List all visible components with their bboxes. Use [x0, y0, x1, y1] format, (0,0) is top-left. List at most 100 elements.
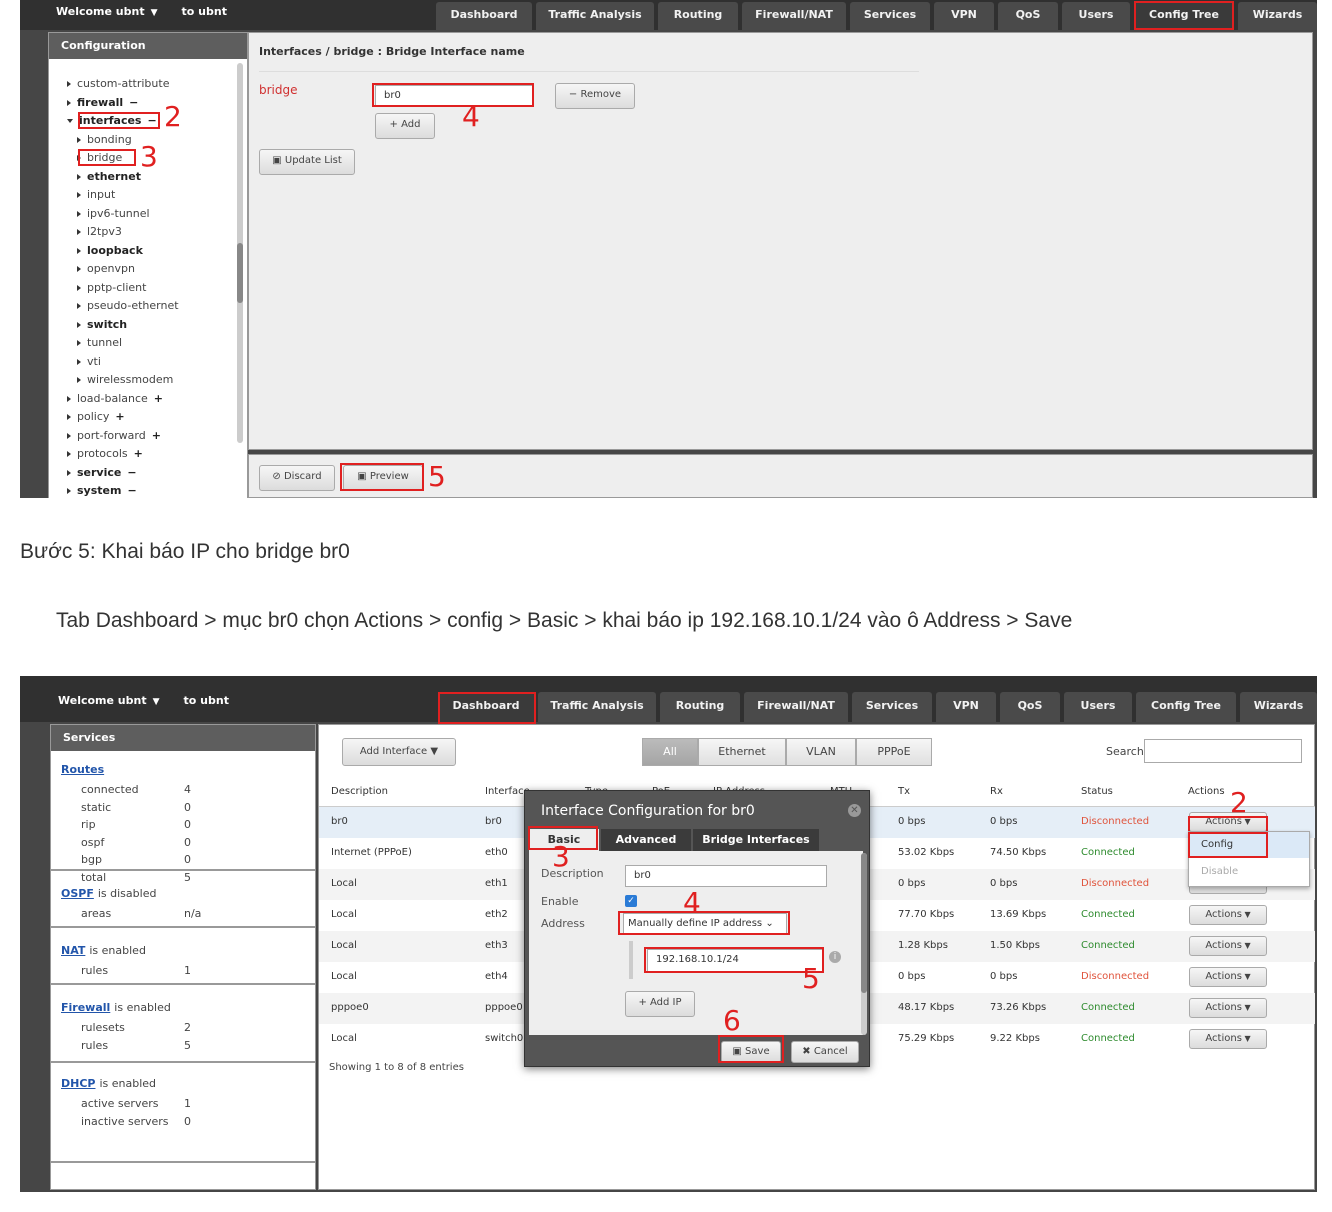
actions-button[interactable]: Actions ▼: [1189, 967, 1267, 987]
tree-item-pseudo-ethernet[interactable]: pseudo-ethernet: [77, 299, 179, 312]
cell-status: Connected: [1081, 940, 1135, 951]
tab-vpn[interactable]: VPN: [936, 692, 996, 722]
tab-dashboard[interactable]: Dashboard: [436, 2, 532, 30]
tab-users[interactable]: Users: [1062, 2, 1130, 30]
tree-item-pptp-client[interactable]: pptp-client: [77, 281, 146, 294]
actions-button[interactable]: Actions ▼: [1189, 998, 1267, 1018]
tree-item-custom-attribute[interactable]: custom-attribute: [67, 77, 169, 90]
services-panel: Services Routes connected 4 static 0 rip 0 ospf…: [50, 724, 316, 1190]
tree-item-ipv6-tunnel[interactable]: ipv6-tunnel: [77, 207, 150, 220]
tab-traffic-analysis[interactable]: Traffic Analysis: [536, 2, 654, 30]
cell-iface: switch0: [485, 1033, 524, 1044]
save-icon: ▣: [272, 155, 285, 166]
nat-row-label: rules: [81, 964, 109, 977]
nat-link[interactable]: NAT: [61, 944, 85, 957]
tree-item-service[interactable]: service −: [67, 466, 137, 479]
tab-routing[interactable]: Routing: [658, 2, 738, 30]
caret-right-icon: [67, 432, 71, 439]
tree-item-system[interactable]: system −: [67, 484, 137, 497]
description-input[interactable]: br0: [625, 865, 827, 887]
tree-item-port-forward[interactable]: port-forward +: [67, 429, 161, 442]
enable-checkbox[interactable]: ✓: [625, 895, 637, 907]
filter-vlan[interactable]: VLAN: [786, 738, 856, 766]
tab-firewall-nat[interactable]: Firewall/NAT: [744, 692, 848, 722]
cell-iface: eth1: [485, 878, 508, 889]
welcome-menu[interactable]: Welcome ubnt ▼ to ubnt: [58, 694, 229, 707]
cell-status: Connected: [1081, 1002, 1135, 1013]
routes-link[interactable]: Routes: [61, 763, 104, 776]
tab-qos[interactable]: QoS: [998, 2, 1058, 30]
tree-item-firewall[interactable]: firewall −: [67, 96, 138, 109]
cell-rx: 74.50 Kbps: [990, 847, 1047, 858]
column-actions[interactable]: Actions: [1188, 786, 1225, 797]
actions-button[interactable]: Actions ▼: [1189, 936, 1267, 956]
column-status[interactable]: Status: [1081, 786, 1113, 797]
tab-wizards[interactable]: Wizards: [1240, 692, 1317, 722]
caret-down-icon: ▼: [152, 697, 160, 707]
discard-button[interactable]: ⊘ Discard: [259, 465, 335, 491]
tab-vpn[interactable]: VPN: [934, 2, 994, 30]
close-icon[interactable]: ✕: [848, 804, 861, 817]
actions-button[interactable]: Actions ▼: [1189, 1029, 1267, 1049]
tree-item-bonding[interactable]: bonding: [77, 133, 132, 146]
column-rx[interactable]: Rx: [990, 786, 1003, 797]
column-tx[interactable]: Tx: [898, 786, 910, 797]
highlight-preview: [340, 463, 424, 491]
tree-item-wirelessmodem[interactable]: wirelessmodem: [77, 373, 173, 386]
cell-desc: Local: [331, 878, 357, 889]
description-label: Description: [541, 867, 604, 880]
step-number-5: 5: [428, 460, 446, 493]
tree-scrollbar[interactable]: [237, 63, 243, 443]
tree-item-l2tpv3[interactable]: l2tpv3: [77, 225, 122, 238]
update-list-button[interactable]: ▣ Update List: [259, 149, 355, 175]
tab-users[interactable]: Users: [1064, 692, 1132, 722]
search-input[interactable]: [1144, 739, 1302, 763]
tab-firewall-nat[interactable]: Firewall/NAT: [742, 2, 846, 30]
breadcrumb: Interfaces / bridge : Bridge Interface n…: [259, 45, 525, 58]
tree-item-protocols[interactable]: protocols +: [67, 447, 143, 460]
tab-wizards[interactable]: Wizards: [1238, 2, 1317, 30]
tab-config-tree[interactable]: Config Tree: [1136, 692, 1236, 722]
tree-item-load-balance[interactable]: load-balance +: [67, 392, 163, 405]
caret-right-icon: [67, 99, 71, 106]
dialog-scrollbar[interactable]: [861, 853, 867, 1035]
tree-item-input[interactable]: input: [77, 188, 115, 201]
filter-ethernet[interactable]: Ethernet: [698, 738, 786, 766]
filter-all[interactable]: All: [642, 738, 698, 766]
tab-advanced[interactable]: Advanced: [601, 829, 691, 851]
menu-disable[interactable]: Disable: [1201, 866, 1238, 877]
route-value: 0: [184, 818, 191, 831]
filter-pppoe[interactable]: PPPoE: [856, 738, 932, 766]
caret-down-icon: ▼: [430, 746, 439, 757]
cell-rx: 1.50 Kbps: [990, 940, 1040, 951]
add-ip-button[interactable]: + Add IP: [625, 991, 695, 1017]
ospf-link[interactable]: OSPF: [61, 887, 94, 900]
tree-item-tunnel[interactable]: tunnel: [77, 336, 122, 349]
tab-routing[interactable]: Routing: [660, 692, 740, 722]
tree-item-vti[interactable]: vti: [77, 355, 101, 368]
tree-item-switch[interactable]: switch: [77, 318, 127, 331]
tab-qos[interactable]: QoS: [1000, 692, 1060, 722]
cancel-circle-icon: ⊘: [272, 471, 284, 482]
tree-item-loopback[interactable]: loopback: [77, 244, 143, 257]
caret-right-icon: [77, 284, 81, 291]
tree-item-openvpn[interactable]: openvpn: [77, 262, 135, 275]
dhcp-link[interactable]: DHCP: [61, 1077, 95, 1090]
tab-services[interactable]: Services: [850, 2, 930, 30]
column-description[interactable]: Description: [331, 786, 388, 797]
cell-iface: pppoe0: [485, 1002, 523, 1013]
tab-bridge-interfaces[interactable]: Bridge Interfaces: [693, 829, 819, 851]
tree-item-ethernet[interactable]: ethernet: [77, 170, 141, 183]
add-button[interactable]: + Add: [375, 113, 435, 139]
tree-item-policy[interactable]: policy +: [67, 410, 125, 423]
add-interface-button[interactable]: Add Interface ▼: [342, 738, 456, 766]
welcome-menu[interactable]: Welcome ubnt ▼ to ubnt: [56, 5, 227, 18]
enable-label: Enable: [541, 895, 579, 908]
cell-status: Disconnected: [1081, 971, 1150, 982]
firewall-link[interactable]: Firewall: [61, 1001, 110, 1014]
tab-services[interactable]: Services: [852, 692, 932, 722]
tab-traffic-analysis[interactable]: Traffic Analysis: [538, 692, 656, 722]
remove-button[interactable]: − Remove: [555, 83, 635, 109]
actions-button[interactable]: Actions ▼: [1189, 905, 1267, 925]
cancel-button[interactable]: ✖ Cancel: [791, 1041, 859, 1063]
